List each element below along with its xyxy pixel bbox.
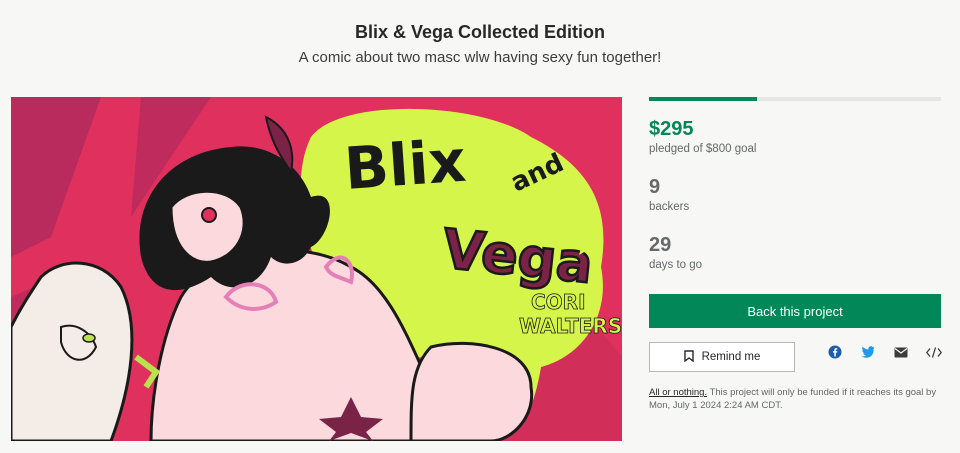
backers-count: 9 — [649, 176, 661, 198]
funding-progress-fill — [649, 97, 758, 101]
all-or-nothing-link[interactable]: All or nothing. — [649, 387, 707, 398]
facebook-icon[interactable] — [826, 344, 844, 360]
embed-icon[interactable] — [925, 344, 943, 360]
hero-logo-blix: Blix — [342, 127, 468, 203]
remind-me-label: Remind me — [701, 351, 761, 363]
remind-me-button[interactable]: Remind me — [649, 342, 795, 372]
hero-author-last: WALTERS — [519, 314, 622, 338]
bookmark-icon — [683, 349, 694, 365]
hero-artwork: Blix and Vega CORI WALTERS — [11, 97, 622, 441]
page-title: Blix & Vega Collected Edition — [354, 22, 606, 42]
pledged-label: pledged of $800 goal — [649, 143, 757, 155]
funding-deadline: Mon, July 1 2024 2:24 AM CDT. — [649, 400, 783, 411]
back-project-button[interactable]: Back this project — [649, 294, 941, 328]
hero-author-first: CORI — [531, 290, 586, 314]
page-subtitle: A comic about two masc wlw having sexy f… — [298, 49, 662, 66]
funding-progress-bar — [649, 97, 941, 101]
project-hero-image[interactable]: Blix and Vega CORI WALTERS — [11, 97, 622, 441]
twitter-icon[interactable] — [859, 344, 877, 360]
funding-notice-text: This project will only be funded if it r… — [709, 387, 937, 398]
email-icon[interactable] — [892, 344, 910, 360]
pledged-amount: $295 — [649, 118, 694, 140]
days-to-go-count: 29 — [649, 234, 672, 256]
days-to-go-label: days to go — [649, 259, 703, 271]
funding-notice: All or nothing. This project will only b… — [649, 386, 949, 412]
backers-label: backers — [649, 201, 690, 213]
